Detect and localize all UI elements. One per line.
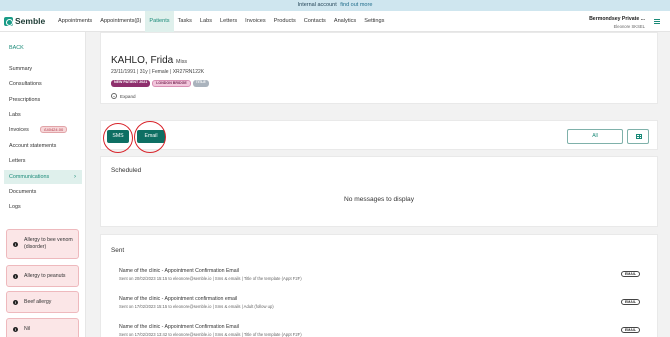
sent-title: Sent — [111, 247, 125, 254]
sidebar-item-communications[interactable]: Communications › — [4, 170, 82, 184]
nav-analytics[interactable]: Analytics — [330, 11, 360, 32]
nav-invoices[interactable]: Invoices — [241, 11, 270, 32]
message-meta: Sent on 20/02/2023 15:15 to eleonore@sem… — [119, 276, 302, 281]
chevron-right-icon: › — [74, 174, 76, 180]
channel-badge: EMAIL — [621, 271, 640, 277]
message-meta: Sent on 17/02/2023 13:42 to eleonore@sem… — [119, 332, 302, 337]
patient-title: Miss — [176, 59, 188, 65]
patient-name-line: KAHLO, Frida Miss — [111, 55, 187, 66]
app-name: Semble — [15, 16, 46, 26]
patient-dob: 23/11/1991 — [111, 69, 136, 75]
empty-state: No messages to display — [343, 196, 414, 203]
back-link[interactable]: BACK — [9, 45, 24, 51]
allergy-label: Allergy to bee venom (disorder) — [24, 237, 73, 250]
nav-letters[interactable]: Letters — [216, 11, 241, 32]
scheduled-section: Scheduled No messages to display — [100, 156, 658, 227]
sidebar-item-logs[interactable]: Logs — [4, 200, 82, 214]
channel-badge: EMAIL — [621, 299, 640, 305]
nav-appointments-beta[interactable]: Appointments(β) — [96, 11, 145, 32]
allergy-label: Nil — [24, 325, 31, 332]
filter-all-button[interactable]: All — [567, 129, 623, 144]
invoice-balance-badge: £40424.00 — [40, 126, 68, 134]
allergy-card[interactable]: ! Allergy to bee venom (disorder) — [6, 229, 79, 259]
message-meta: Sent on 17/02/2023 15:15 to eleonore@sem… — [119, 304, 274, 309]
sidebar-item-letters[interactable]: Letters — [4, 154, 82, 168]
sidebar-item-prescriptions[interactable]: Prescriptions — [4, 93, 82, 107]
top-navigation: Semble Appointments Appointments(β) Pati… — [0, 11, 670, 32]
sent-section: Sent Name of the clinic - Appointment Co… — [100, 234, 658, 337]
nav-products[interactable]: Products — [270, 11, 300, 32]
allergy-card[interactable]: ! Nil — [6, 318, 79, 337]
message-title: Name of the clinic - Appointment confirm… — [119, 296, 238, 302]
patient-age: 31y — [139, 69, 148, 75]
allergy-label: Beef allergy — [24, 298, 52, 305]
patient-tag: NEW PATIENT 2021 — [111, 80, 151, 87]
message-title: Name of the clinic - Appointment Confirm… — [119, 324, 239, 330]
patient-id: XR27RN122K — [172, 69, 205, 75]
patient-tags: NEW PATIENT 2021 LONDON BRIDGE TITLE — [111, 80, 209, 87]
sidebar-item-documents[interactable]: Documents — [4, 185, 82, 199]
main-nav: Appointments Appointments(β) Patients Ta… — [54, 11, 388, 32]
sidebar-item-label: Invoices — [9, 127, 29, 133]
patient-name: KAHLO, Frida — [111, 55, 174, 66]
sidebar-item-account-statements[interactable]: Account statements — [4, 139, 82, 153]
expand-label: Expand — [120, 93, 136, 99]
nav-labs[interactable]: Labs — [196, 11, 216, 32]
app-logo[interactable]: Semble — [4, 16, 45, 26]
chevron-down-icon: ⌄ — [111, 93, 117, 99]
scheduled-title: Scheduled — [111, 167, 142, 174]
sidebar-item-label: Communications — [9, 174, 50, 180]
highlight-circle — [134, 121, 166, 153]
alert-icon: ! — [13, 241, 18, 247]
patient-details: 23/11/1991 | 31y | Female | XR27RN122K — [111, 69, 205, 75]
channel-badge: EMAIL — [621, 327, 640, 333]
allergy-label: Allergy to peanuts — [24, 272, 66, 279]
alert-icon: ! — [13, 299, 18, 305]
sidebar-item-consultations[interactable]: Consultations — [4, 77, 82, 91]
grid-icon — [636, 134, 642, 139]
menu-icon[interactable] — [654, 19, 660, 24]
nav-patients[interactable]: Patients — [145, 11, 174, 32]
internal-account-banner: Internal account find out more — [0, 0, 670, 11]
patient-header: KAHLO, Frida Miss 23/11/1991 | 31y | Fem… — [100, 32, 658, 104]
highlight-circle — [103, 123, 133, 153]
account-switcher[interactable]: Bermondsey Private ... Eleonore SKSEL — [589, 16, 645, 29]
practice-name: Bermondsey Private ... — [589, 16, 645, 22]
nav-tasks[interactable]: Tasks — [174, 11, 196, 32]
patient-sidebar: BACK Summary Consultations Prescriptions… — [0, 32, 86, 337]
alert-icon: ! — [13, 273, 18, 279]
patient-tag: LONDON BRIDGE — [152, 80, 191, 87]
allergy-card[interactable]: ! Beef allergy — [6, 291, 79, 313]
patient-sex: Female — [151, 69, 169, 75]
message-title: Name of the clinic - Appointment Confirm… — [119, 268, 239, 274]
nav-contacts[interactable]: Contacts — [300, 11, 330, 32]
view-toggle-button[interactable] — [627, 129, 649, 144]
nav-settings[interactable]: Settings — [360, 11, 388, 32]
banner-text: Internal account — [297, 2, 337, 8]
find-out-more-link[interactable]: find out more — [340, 2, 372, 8]
semble-logo-icon — [4, 16, 13, 26]
alert-icon: ! — [13, 326, 18, 332]
communication-actions: SMS Email All — [100, 120, 658, 150]
nav-appointments[interactable]: Appointments — [54, 11, 96, 32]
user-name: Eleonore SKSEL — [613, 24, 645, 29]
sidebar-item-invoices[interactable]: Invoices £40424.00 — [4, 123, 82, 137]
sidebar-item-labs[interactable]: Labs — [4, 108, 82, 122]
sidebar-item-summary[interactable]: Summary — [4, 62, 82, 76]
allergy-card[interactable]: ! Allergy to peanuts — [6, 265, 79, 287]
patient-tag: TITLE — [192, 80, 209, 87]
expand-toggle[interactable]: ⌄ Expand — [111, 93, 136, 99]
